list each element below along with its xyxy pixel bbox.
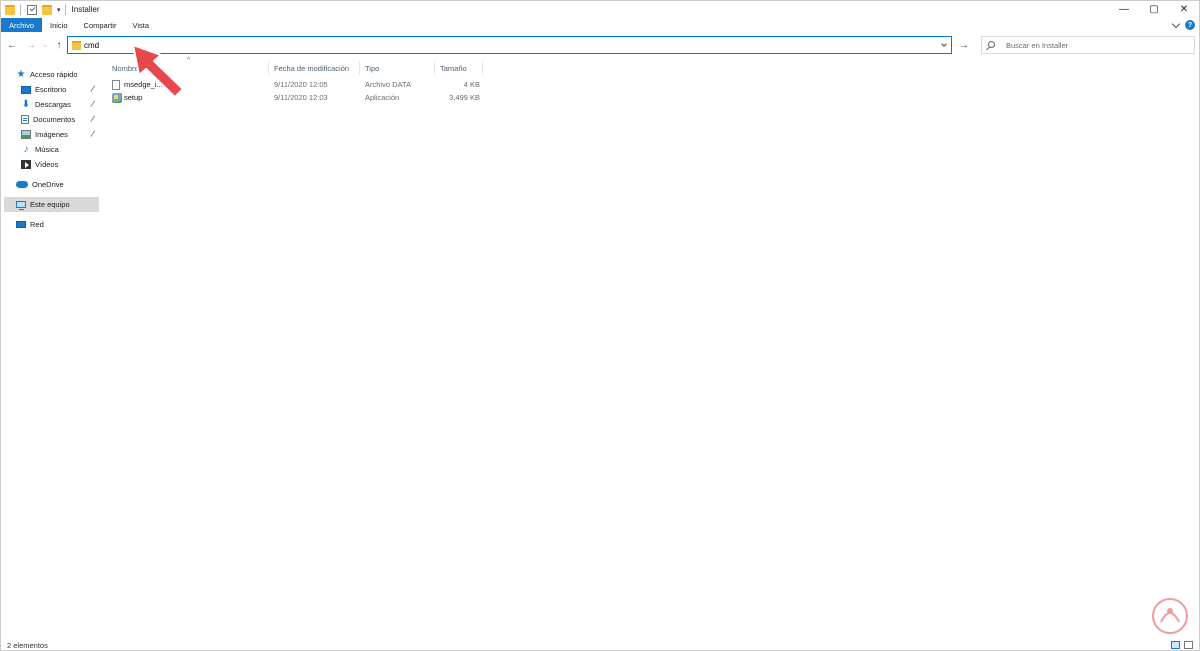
help-icon[interactable]: ? (1185, 20, 1195, 30)
file-date: 9/11/2020 12:03 (274, 93, 328, 102)
view-buttons (1171, 641, 1193, 649)
pictures-icon (21, 130, 31, 139)
folder-icon (5, 4, 15, 15)
pointer-arrow-icon (132, 44, 184, 98)
file-date: 9/11/2020 12:05 (274, 80, 328, 89)
computer-icon (16, 201, 26, 210)
toolbar-divider (64, 4, 66, 15)
up-arrow-icon[interactable]: ↑ (53, 37, 65, 53)
setup-icon (112, 92, 122, 103)
nav-item-label: Red (30, 220, 44, 229)
pin-icon[interactable] (90, 115, 98, 124)
pin-icon[interactable] (90, 85, 98, 94)
details-view-icon[interactable] (1171, 641, 1180, 649)
nav-item-videos[interactable]: Vídeos (1, 157, 101, 172)
go-button[interactable]: → (955, 37, 973, 53)
search-input[interactable] (1006, 39, 1186, 52)
file-type: Archivo DATA (365, 80, 411, 89)
file-type: Aplicación (365, 93, 400, 102)
recent-locations-dropdown-icon[interactable]: ⌄ (39, 37, 51, 53)
customize-toolbar-dropdown-icon[interactable]: ▾ (57, 6, 61, 14)
folder-icon (72, 41, 81, 50)
search-icon (988, 41, 995, 48)
toolbar-divider (20, 4, 21, 15)
network-icon (16, 221, 26, 228)
quick-access-toolbar: ▾ Installer (1, 1, 100, 18)
maximize-button[interactable]: ▢ (1139, 1, 1169, 18)
back-arrow-icon[interactable]: ← (6, 37, 18, 53)
nav-item-label: Imágenes (35, 130, 68, 139)
window-title: Installer (71, 5, 100, 14)
pin-icon[interactable] (90, 100, 98, 109)
column-header-date[interactable]: Fecha de modificación (269, 61, 360, 75)
file-size: 4 KB (463, 80, 480, 89)
file-explorer-window: ▾ Installer — ▢ ✕ Archivo Inicio Compart… (0, 0, 1200, 651)
title-bar: ▾ Installer — ▢ ✕ (1, 1, 1199, 18)
tab-inicio[interactable]: Inicio (42, 18, 76, 32)
nav-item-label: Descargas (35, 100, 71, 109)
file-size: 3,499 KB (449, 93, 480, 102)
nav-item-label: Escritorio (35, 85, 67, 94)
nav-item-escritorio[interactable]: Escritorio (1, 82, 101, 97)
cloud-icon (16, 181, 28, 188)
close-button[interactable]: ✕ (1169, 1, 1199, 18)
address-input[interactable] (84, 39, 934, 52)
pin-icon[interactable] (90, 130, 98, 139)
new-folder-icon[interactable] (42, 4, 52, 15)
ribbon-tabs: Archivo Inicio Compartir Vista ? (1, 18, 1199, 32)
tab-vista[interactable]: Vista (124, 18, 157, 32)
nav-item-imagenes[interactable]: Imágenes (1, 127, 101, 142)
column-header-type[interactable]: Tipo (360, 61, 435, 75)
videos-icon (21, 160, 31, 169)
nav-item-label: Vídeos (35, 160, 59, 169)
download-icon: ⬇ (21, 99, 31, 110)
file-icon (112, 79, 120, 90)
nav-item-label: Acceso rápido (30, 70, 78, 79)
column-header-size[interactable]: Tamaño (435, 61, 483, 75)
tab-compartir[interactable]: Compartir (76, 18, 125, 32)
nav-item-documentos[interactable]: Documentos (1, 112, 101, 127)
item-count: 2 elementos (7, 641, 48, 650)
navigation-pane: ★ Acceso rápido Escritorio ⬇ Descargas D… (1, 67, 101, 627)
ribbon-right-controls: ? (1171, 18, 1195, 32)
nav-item-descargas[interactable]: ⬇ Descargas (1, 97, 101, 112)
desktop-icon (21, 85, 31, 94)
nav-item-label: Música (35, 145, 59, 154)
nav-item-este-equipo[interactable]: Este equipo (4, 197, 99, 212)
status-bar: 2 elementos (1, 639, 1199, 651)
minimize-button[interactable]: — (1109, 1, 1139, 18)
forward-arrow-icon[interactable]: → (25, 37, 37, 53)
tab-archivo[interactable]: Archivo (1, 18, 43, 32)
properties-icon[interactable] (27, 4, 37, 15)
file-list-pane: ^ Nombre Fecha de modificación Tipo Tama… (107, 57, 1197, 627)
nav-item-label: OneDrive (32, 180, 64, 189)
window-controls: — ▢ ✕ (1109, 1, 1199, 18)
nav-item-onedrive[interactable]: OneDrive (1, 177, 101, 192)
expand-ribbon-icon[interactable] (1171, 19, 1181, 29)
search-box[interactable] (981, 36, 1195, 54)
nav-item-quick-access[interactable]: ★ Acceso rápido (1, 67, 101, 82)
nav-item-label: Documentos (33, 115, 76, 124)
large-icons-view-icon[interactable] (1184, 641, 1193, 649)
documents-icon (21, 115, 29, 124)
address-bar[interactable] (67, 36, 952, 54)
watermark-logo (1152, 598, 1188, 634)
address-dropdown-icon[interactable] (940, 40, 948, 50)
nav-item-red[interactable]: Red (1, 217, 101, 232)
nav-item-label: Este equipo (30, 200, 70, 209)
music-icon: ♪ (23, 144, 29, 155)
nav-item-musica[interactable]: ♪ Música (1, 142, 101, 157)
star-icon: ★ (16, 69, 26, 80)
